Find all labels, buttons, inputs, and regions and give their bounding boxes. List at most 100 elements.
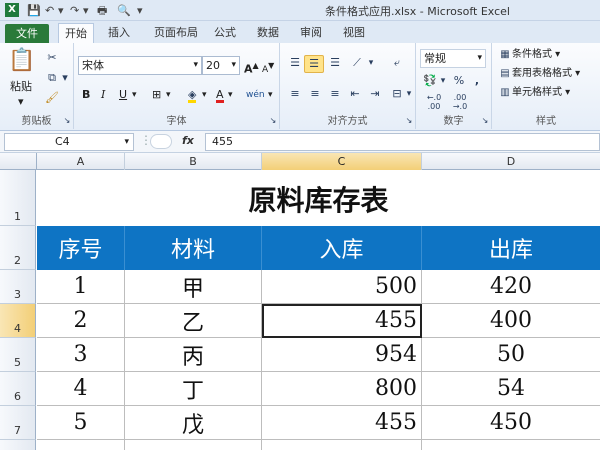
font-name-dropdown-icon[interactable]: ▾ bbox=[193, 57, 198, 74]
comma-style-icon[interactable]: , bbox=[470, 73, 484, 89]
cut-icon[interactable]: ✂ bbox=[44, 50, 60, 66]
formula-bar-expand-icon[interactable] bbox=[150, 134, 172, 149]
header-cell-outbound[interactable]: 出库 bbox=[422, 226, 600, 270]
orientation-dropdown-icon[interactable]: ▾ bbox=[366, 55, 376, 71]
cell-b5[interactable]: 丙 bbox=[125, 338, 262, 372]
print-icon[interactable]: 🖶 bbox=[97, 3, 107, 18]
font-launcher-icon[interactable]: ↘ bbox=[268, 113, 278, 129]
number-format-select[interactable]: 常规 ▾ bbox=[420, 49, 486, 68]
cell-a8[interactable] bbox=[37, 440, 125, 450]
cell-b7[interactable]: 戊 bbox=[125, 406, 262, 440]
cell-d6[interactable]: 54 bbox=[422, 372, 600, 406]
align-bottom-icon[interactable]: ☰ bbox=[326, 55, 344, 71]
decrease-indent-icon[interactable]: ⇤ bbox=[346, 86, 364, 102]
cell-a6[interactable]: 4 bbox=[37, 372, 125, 406]
cell-d8[interactable] bbox=[422, 440, 600, 450]
select-all-corner[interactable] bbox=[0, 153, 37, 170]
insert-function-button[interactable]: fx bbox=[182, 134, 194, 147]
redo-icon[interactable]: ↷ bbox=[70, 3, 79, 18]
merge-dropdown-icon[interactable]: ▾ bbox=[404, 86, 414, 102]
row-header-1[interactable]: 1 bbox=[0, 170, 36, 226]
cell-d7[interactable]: 450 bbox=[422, 406, 600, 440]
paste-dropdown-icon[interactable]: ▾ bbox=[18, 93, 24, 111]
header-cell-index[interactable]: 序号 bbox=[37, 226, 125, 270]
name-box[interactable]: C4 ▾ bbox=[4, 133, 134, 151]
cell-d4[interactable]: 400 bbox=[422, 304, 600, 338]
column-header-c[interactable]: C bbox=[262, 153, 422, 170]
cell-c7[interactable]: 455 bbox=[262, 406, 422, 440]
cell-c4-selected[interactable]: 455 bbox=[262, 304, 422, 338]
font-color-button[interactable]: A bbox=[216, 86, 224, 103]
cell-a4[interactable]: 2 bbox=[37, 304, 125, 338]
alignment-launcher-icon[interactable]: ↘ bbox=[404, 113, 414, 129]
format-painter-icon[interactable]: 🖌 bbox=[44, 90, 60, 106]
cell-c3[interactable]: 500 bbox=[262, 270, 422, 304]
font-color-dropdown-icon[interactable]: ▾ bbox=[228, 86, 233, 104]
borders-dropdown-icon[interactable]: ▾ bbox=[166, 86, 171, 104]
align-left-icon[interactable]: ≡ bbox=[286, 86, 304, 102]
tab-page-layout[interactable]: 页面布局 bbox=[148, 23, 204, 43]
align-right-icon[interactable]: ≡ bbox=[326, 86, 344, 102]
column-header-b[interactable]: B bbox=[125, 153, 262, 170]
name-box-dropdown-icon[interactable]: ▾ bbox=[124, 134, 129, 150]
column-header-d[interactable]: D bbox=[422, 153, 600, 170]
borders-icon[interactable]: ⊞ bbox=[152, 86, 161, 104]
cell-b4[interactable]: 乙 bbox=[125, 304, 262, 338]
phonetic-guide-button[interactable]: wén bbox=[246, 86, 265, 104]
clipboard-launcher-icon[interactable]: ↘ bbox=[62, 113, 72, 129]
cell-b8[interactable] bbox=[125, 440, 262, 450]
cell-c6[interactable]: 800 bbox=[262, 372, 422, 406]
font-name-select[interactable]: 宋体 ▾ bbox=[78, 56, 202, 75]
decrease-decimal-icon[interactable]: .00 →.0 bbox=[448, 93, 472, 111]
header-cell-inbound[interactable]: 入库 bbox=[262, 226, 422, 270]
column-header-a[interactable]: A bbox=[37, 153, 125, 170]
cell-a7[interactable]: 5 bbox=[37, 406, 125, 440]
align-center-icon[interactable]: ≡ bbox=[306, 86, 324, 102]
percent-style-button[interactable]: % bbox=[452, 73, 466, 89]
number-format-dropdown-icon[interactable]: ▾ bbox=[477, 50, 482, 67]
font-size-dropdown-icon[interactable]: ▾ bbox=[231, 57, 236, 74]
orientation-icon[interactable]: ⟋ bbox=[348, 55, 366, 71]
grow-font-button[interactable]: A▲ bbox=[244, 57, 259, 76]
tab-review[interactable]: 审阅 bbox=[296, 23, 326, 43]
row-header-5[interactable]: 5 bbox=[0, 338, 36, 372]
print-preview-icon[interactable]: 🔍 bbox=[117, 3, 131, 18]
cell-a3[interactable]: 1 bbox=[37, 270, 125, 304]
cell-d5[interactable]: 50 bbox=[422, 338, 600, 372]
phonetic-dropdown-icon[interactable]: ▾ bbox=[268, 86, 273, 104]
cell-c5[interactable]: 954 bbox=[262, 338, 422, 372]
undo-icon[interactable]: ↶ bbox=[45, 3, 54, 18]
wrap-text-icon[interactable]: ⤶ bbox=[388, 55, 406, 71]
save-icon[interactable]: 💾 bbox=[27, 3, 41, 18]
fill-color-dropdown-icon[interactable]: ▾ bbox=[202, 86, 207, 104]
cell-b3[interactable]: 甲 bbox=[125, 270, 262, 304]
tab-insert[interactable]: 插入 bbox=[104, 23, 134, 43]
underline-dropdown-icon[interactable]: ▾ bbox=[132, 86, 137, 104]
paste-icon[interactable]: 📋 bbox=[8, 47, 35, 75]
row-header-4[interactable]: 4 bbox=[0, 304, 36, 338]
shrink-font-button[interactable]: A▼ bbox=[262, 57, 274, 75]
row-header-2[interactable]: 2 bbox=[0, 226, 36, 270]
sheet-title[interactable]: 原料库存表 bbox=[37, 171, 600, 226]
undo-dropdown-icon[interactable]: ▾ bbox=[58, 3, 64, 18]
underline-button[interactable]: U bbox=[119, 86, 127, 104]
align-middle-icon[interactable]: ☰ bbox=[304, 55, 324, 73]
accounting-dropdown-icon[interactable]: ▾ bbox=[438, 73, 448, 89]
format-as-table-button[interactable]: 套用表格格式 ▾ bbox=[512, 65, 580, 83]
row-header-7[interactable]: 7 bbox=[0, 406, 36, 440]
tab-view[interactable]: 视图 bbox=[339, 23, 369, 43]
tab-home[interactable]: 开始 bbox=[58, 23, 94, 43]
cell-d3[interactable]: 420 bbox=[422, 270, 600, 304]
copy-dropdown-icon[interactable]: ▾ bbox=[60, 70, 70, 86]
conditional-format-button[interactable]: 条件格式 ▾ bbox=[512, 46, 560, 64]
increase-indent-icon[interactable]: ⇥ bbox=[366, 86, 384, 102]
formula-input[interactable]: 455 bbox=[205, 133, 600, 151]
tab-formulas[interactable]: 公式 bbox=[210, 23, 240, 43]
number-launcher-icon[interactable]: ↘ bbox=[480, 113, 490, 129]
font-size-select[interactable]: 20 ▾ bbox=[202, 56, 240, 75]
cell-b6[interactable]: 丁 bbox=[125, 372, 262, 406]
header-cell-material[interactable]: 材料 bbox=[125, 226, 262, 270]
align-top-icon[interactable]: ☰ bbox=[286, 55, 304, 71]
tab-file[interactable]: 文件 bbox=[5, 24, 49, 43]
row-header-8[interactable] bbox=[0, 440, 36, 450]
